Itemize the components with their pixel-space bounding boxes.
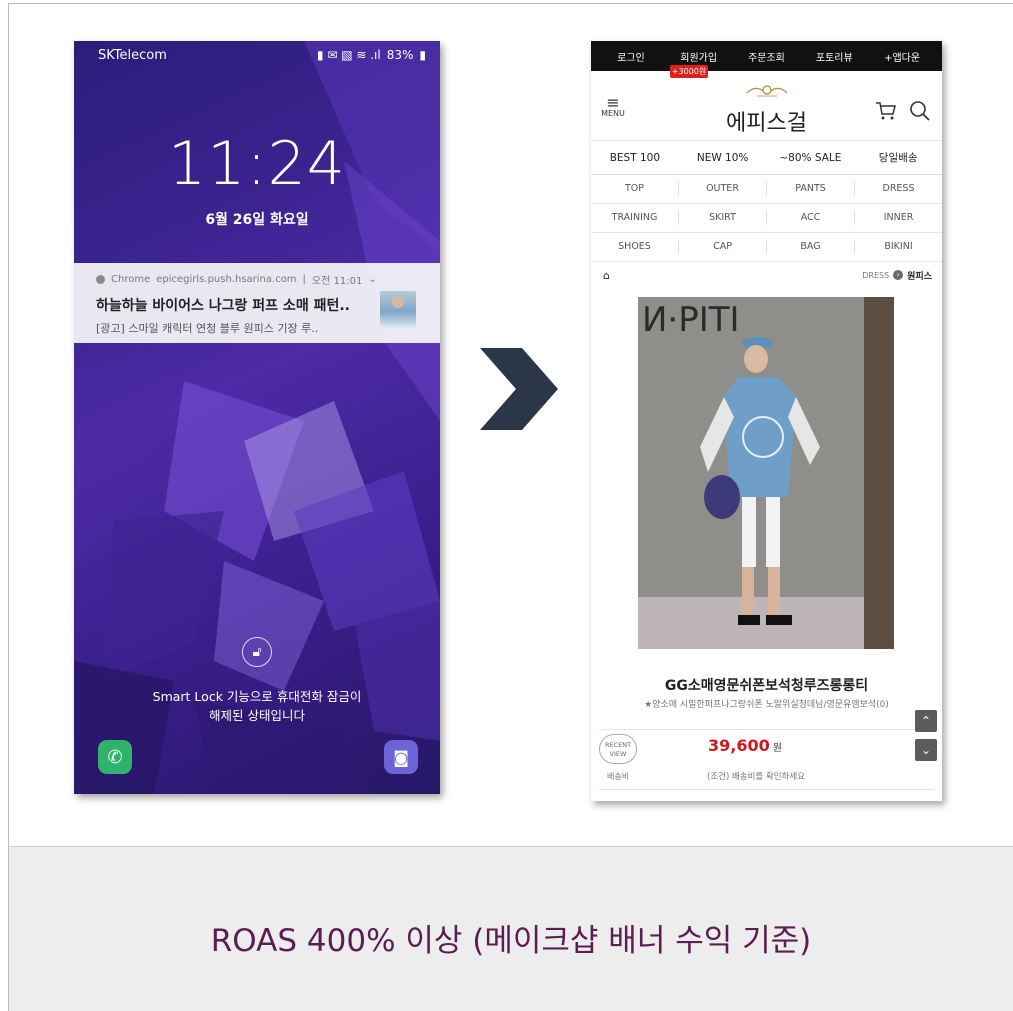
scroll-up-icon[interactable]: ⌃	[915, 710, 937, 732]
recent-view-button[interactable]: RECENT VIEW	[599, 734, 637, 764]
product-image[interactable]: И·PITI	[638, 297, 894, 649]
price-unit: 원	[772, 743, 782, 754]
chrome-icon	[96, 275, 105, 284]
notification-thumbnail	[380, 291, 416, 329]
category-bag[interactable]: BAG	[767, 240, 855, 254]
product-name: GG소매영문쉬폰보석청루즈롱롱티	[664, 678, 869, 694]
category-inner[interactable]: INNER	[855, 211, 942, 225]
category-outer[interactable]: OUTER	[679, 182, 767, 196]
signal-icon: ▮ ✉ ▧ ≋ .ıl	[316, 48, 381, 62]
price-value: 39,600	[708, 736, 770, 755]
category-best[interactable]: BEST 100	[591, 152, 679, 164]
category-grid-row: SHOES CAP BAG BIKINI	[591, 233, 942, 262]
home-icon[interactable]: ⌂	[603, 269, 610, 282]
expand-chevron-icon[interactable]: ⌄	[368, 274, 376, 285]
category-grid-row: TRAINING SKIRT ACC INNER	[591, 204, 942, 233]
lock-clock: 11:24	[168, 129, 346, 199]
cart-icon[interactable]	[875, 101, 897, 121]
category-shoes[interactable]: SHOES	[591, 240, 679, 254]
lock-date: 6월 26일 화요일	[205, 212, 309, 228]
nav-login[interactable]: 로그인	[597, 49, 665, 64]
product-image-text: И·PITI	[642, 300, 740, 340]
nav-photo-review[interactable]: 포토리뷰	[800, 49, 868, 64]
product-description: ★양소매 시밀한퍼프나그랑쉬폰 노말위실청데님/영문유엠보석(0)	[644, 700, 889, 710]
nav-order-lookup[interactable]: 주문조회	[733, 49, 801, 64]
push-notification[interactable]: Chrome epicegirls.push.hsarina.com | 오전 …	[74, 263, 440, 343]
notification-source: epicegirls.push.hsarina.com	[156, 274, 297, 285]
main-category-row: BEST 100 NEW 10% ~80% SALE 당일배송	[591, 141, 942, 175]
shop-header: ≡ MENU 에피스걸	[591, 71, 942, 141]
notification-header: Chrome epicegirls.push.hsarina.com | 오전 …	[96, 272, 430, 287]
product-photo: И·PITI	[638, 297, 894, 649]
divider	[599, 789, 934, 790]
category-acc[interactable]: ACC	[767, 211, 855, 225]
notification-app: Chrome	[111, 274, 151, 285]
notification-time: 오전 11:01	[311, 276, 363, 287]
category-grid-row: TOP OUTER PANTS DRESS	[591, 175, 942, 204]
roas-caption: ROAS 400% 이상 (메이크샵 배너 수익 기준)	[210, 923, 812, 959]
smart-lock-message: Smart Lock 기능으로 휴대전화 잠금이 해제된 상태입니다	[74, 687, 440, 725]
notification-sep: |	[302, 274, 306, 285]
chevron-right-icon	[480, 348, 558, 430]
notification-title: 하늘하늘 바이어스 나그랑 퍼프 소매 패턴..	[96, 298, 350, 314]
battery-percent: 83%	[386, 48, 414, 62]
coupon-badge: +3000원	[670, 65, 708, 78]
search-icon[interactable]	[909, 100, 931, 122]
category-dress[interactable]: DRESS	[855, 182, 942, 196]
category-grid: TOP OUTER PANTS DRESS TRAINING SKIRT ACC…	[591, 175, 942, 262]
shop-top-nav: 로그인 회원가입 주문조회 포토리뷰 +앱다운 +3000원	[591, 41, 942, 78]
category-new[interactable]: NEW 10%	[679, 152, 767, 164]
camera-icon[interactable]: ◙	[384, 740, 418, 774]
unlock-icon[interactable]: 🔓︎	[242, 637, 272, 667]
category-sale[interactable]: ~80% SALE	[767, 152, 855, 164]
shipping-note: (조건) 배송비를 확인하세요	[707, 772, 806, 782]
phone-icon[interactable]: ✆	[98, 740, 132, 774]
breadcrumb-current: 원피스	[907, 271, 932, 282]
breadcrumb-parent[interactable]: DRESS	[862, 271, 889, 280]
nav-app-download[interactable]: +앱다운	[868, 49, 936, 64]
category-bikini[interactable]: BIKINI	[855, 240, 942, 254]
breadcrumb-path: DRESS › 원피스	[862, 269, 932, 282]
scroll-down-icon[interactable]: ⌄	[915, 739, 937, 761]
category-same-day[interactable]: 당일배송	[854, 150, 942, 165]
logo-emblem-icon	[746, 85, 788, 97]
category-pants[interactable]: PANTS	[767, 182, 855, 196]
status-icons: ▮ ✉ ▧ ≋ .ıl 83% ▮	[317, 48, 426, 62]
divider	[599, 729, 934, 730]
nav-signup[interactable]: 회원가입	[665, 49, 733, 64]
breadcrumb: ⌂ DRESS › 원피스	[591, 262, 942, 288]
smart-lock-line1: Smart Lock 기능으로 휴대전화 잠금이	[152, 689, 362, 704]
smart-lock-line2: 해제된 상태입니다	[209, 708, 305, 723]
category-top[interactable]: TOP	[591, 182, 679, 196]
product-price: 39,600 원	[708, 736, 782, 755]
notification-body: [광고] 스마일 캐릭터 연청 블루 원피스 기장 루..	[96, 322, 319, 335]
category-cap[interactable]: CAP	[679, 240, 767, 254]
shipping-label: 배송비	[607, 772, 630, 781]
lockscreen-phone: SKTelecom ▮ ✉ ▧ ≋ .ıl 83% ▮ 11:24 6월 26일…	[74, 41, 440, 794]
caption-band: ROAS 400% 이상 (메이크샵 배너 수익 기준)	[9, 846, 1013, 1011]
shop-phone: 로그인 회원가입 주문조회 포토리뷰 +앱다운 +3000원 ≡ MENU 에피…	[591, 41, 942, 801]
carrier-label: SKTelecom	[98, 47, 167, 63]
breadcrumb-arrow-icon: ›	[893, 270, 904, 280]
category-skirt[interactable]: SKIRT	[679, 211, 767, 225]
category-training[interactable]: TRAINING	[591, 211, 679, 225]
status-bar: SKTelecom ▮ ✉ ▧ ≋ .ıl 83% ▮	[74, 41, 440, 69]
battery-icon: ▮	[419, 48, 426, 62]
